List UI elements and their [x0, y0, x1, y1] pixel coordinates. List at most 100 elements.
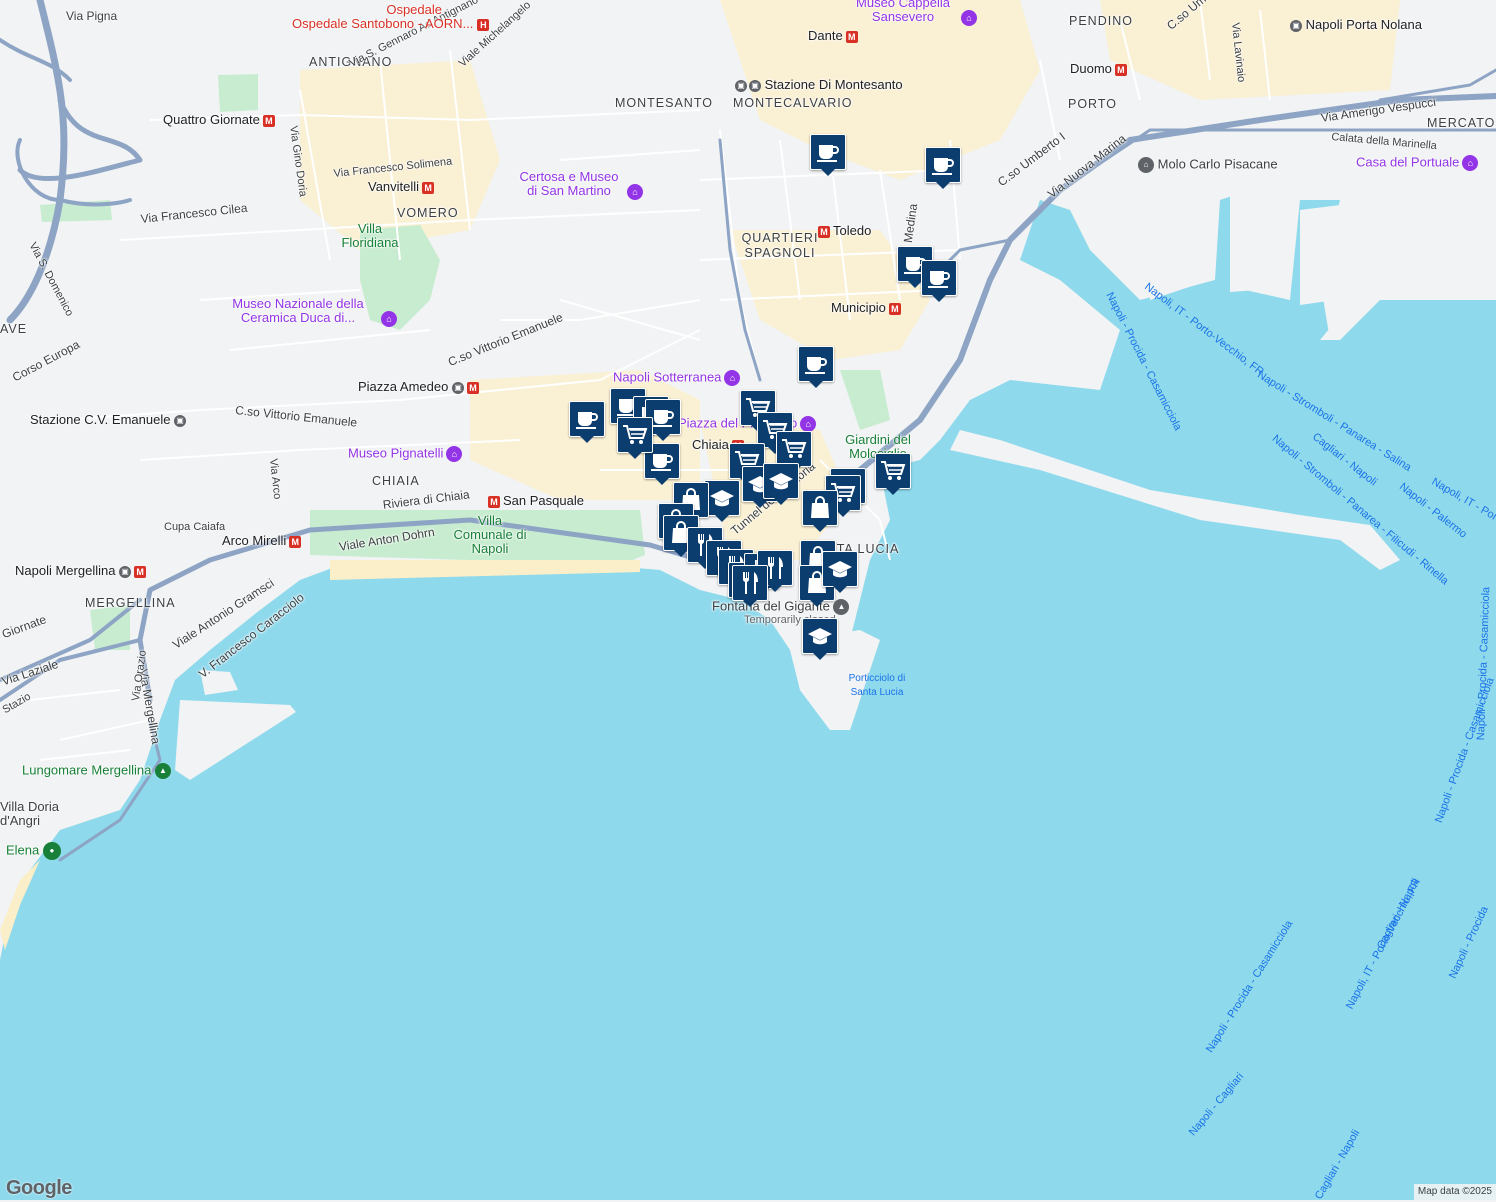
cart-icon: [776, 431, 812, 467]
school-marker[interactable]: [763, 463, 799, 507]
station-vanvitelli[interactable]: Vanvitelli M: [368, 180, 435, 194]
metro-icon: M: [134, 565, 147, 578]
school-marker[interactable]: [704, 480, 740, 524]
marker-pointer: [808, 380, 824, 388]
district-label-mercato: MERCATO: [1427, 116, 1496, 130]
museum-icon: ⌂: [724, 370, 741, 386]
station-porta-nolana[interactable]: ▣ Napoli Porta Nolana: [1290, 18, 1422, 32]
museum-icon: ⌂: [961, 9, 977, 26]
street-label: Via Pigna: [66, 9, 118, 23]
marker-pointer: [931, 294, 947, 302]
train-icon: ▣: [1290, 19, 1302, 32]
coffee-marker[interactable]: [810, 134, 846, 178]
metro-icon: M: [1114, 63, 1127, 76]
school-marker[interactable]: [822, 551, 858, 595]
coffee-icon: [925, 147, 961, 183]
marker-pointer: [809, 599, 825, 607]
district-label-porto: PORTO: [1068, 97, 1117, 111]
marker-pointer: [885, 487, 901, 495]
marker-pointer: [654, 477, 670, 485]
metro-icon: M: [422, 181, 435, 194]
marker-pointer: [812, 524, 828, 532]
marker-pointer: [655, 433, 671, 441]
poi-villa-doria-dangri[interactable]: Villa Doria d'Angri: [0, 800, 60, 828]
district-label-montecalvario: MONTECALVARIO: [733, 96, 853, 110]
marker-pointer: [935, 181, 951, 189]
station-san-pasquale[interactable]: M San Pasquale: [488, 494, 584, 508]
poi-elena[interactable]: Elena ●: [6, 842, 61, 860]
station-duomo[interactable]: Duomo M: [1070, 62, 1127, 76]
station-arco-mirelli[interactable]: Arco Mirelli M: [222, 534, 302, 548]
station-toledo[interactable]: M Toledo: [818, 224, 871, 238]
bag-icon: [802, 490, 838, 526]
marker-pointer: [820, 168, 836, 176]
station-piazza-amedeo[interactable]: Piazza Amedeo ▣ M: [358, 380, 479, 394]
coffee-marker[interactable]: [921, 260, 957, 304]
metro-icon: M: [488, 495, 500, 508]
district-label-ave: AVE: [0, 322, 28, 336]
school-icon: [802, 618, 838, 654]
poi-hospital-santobono[interactable]: Ospedale Ospedale Santobono - AORN... H: [292, 3, 490, 31]
poi-museo-ceramica[interactable]: Museo Nazionale della Ceramica Duca di..…: [218, 297, 408, 327]
district-label-pendino: PENDINO: [1069, 14, 1133, 28]
street-label: Cupa Caiafa: [164, 521, 226, 533]
school-marker[interactable]: [802, 618, 838, 662]
museum-icon: ⌂: [381, 310, 397, 327]
district-label-chiaia: CHIAIA: [372, 474, 420, 488]
park-icon: ●: [42, 842, 61, 860]
coffee-icon: [569, 401, 605, 437]
poi-villa-comunale[interactable]: Villa Comunale di Napoli: [450, 514, 530, 556]
cart-marker[interactable]: [875, 453, 911, 497]
fork-icon: [732, 565, 768, 601]
marker-pointer: [627, 451, 643, 459]
bag-marker[interactable]: [802, 490, 838, 534]
metro-icon: M: [262, 114, 275, 127]
metro-icon: M: [466, 381, 479, 394]
poi-porticciolo-santa-lucia: Porticciolo di Santa Lucia: [848, 673, 906, 698]
museum-icon: ⌂: [1462, 155, 1479, 171]
coffee-icon: [810, 134, 846, 170]
poi-villa-floridiana[interactable]: Villa Floridiana: [340, 222, 400, 250]
station-dante[interactable]: Dante M: [808, 29, 858, 43]
district-label-montesanto: MONTESANTO: [615, 96, 713, 110]
poi-cappella-sansevero[interactable]: Museo Cappella Sansevero ⌂: [848, 0, 978, 26]
marker-pointer: [714, 514, 730, 522]
marker-pointer: [579, 435, 595, 443]
poi-certosa-san-martino[interactable]: Certosa e Museo di San Martino ⌂: [514, 170, 654, 200]
cart-icon: [617, 417, 653, 453]
train-icon: ▣: [749, 79, 761, 92]
poi-casa-del-portuale[interactable]: Casa del Portuale ⌂: [1356, 155, 1479, 171]
metro-icon: M: [888, 302, 901, 315]
marker-pointer: [767, 584, 783, 592]
coffee-icon: [921, 260, 957, 296]
poi-lungomare-mergellina[interactable]: Lungomare Mergellina ▲: [22, 763, 171, 779]
district-label-quartieri-spagnoli: QUARTIERI SPAGNOLI: [741, 231, 819, 260]
landmark-icon: ⌂: [1138, 157, 1154, 173]
poi-molo-carlo-pisacane[interactable]: ⌂ Molo Carlo Pisacane: [1138, 157, 1278, 173]
fork-marker[interactable]: [732, 565, 768, 609]
coffee-marker[interactable]: [798, 346, 834, 390]
coffee-marker[interactable]: [925, 147, 961, 191]
marker-pointer: [773, 497, 789, 505]
district-label-vomero: VOMERO: [397, 206, 459, 220]
cart-marker[interactable]: [617, 417, 653, 461]
museum-icon: ⌂: [446, 446, 463, 462]
map-attribution[interactable]: Map data ©2025: [1413, 1184, 1496, 1200]
train-icon: ▣: [735, 79, 747, 92]
marker-pointer: [742, 599, 758, 607]
station-quattro-giornate[interactable]: Quattro Giornate M: [163, 113, 275, 127]
poi-museo-pignatelli[interactable]: Museo Pignatelli ⌂: [348, 446, 463, 462]
station-cv-emanuele[interactable]: Stazione C.V. Emanuele ▣: [30, 413, 187, 427]
station-montesanto[interactable]: ▣ ▣ Stazione Di Montesanto: [735, 78, 903, 92]
park-icon: ▲: [154, 763, 171, 779]
marker-pointer: [832, 585, 848, 593]
museum-icon: ⌂: [800, 416, 817, 432]
marker-pointer: [812, 652, 828, 660]
station-municipio[interactable]: Municipio M: [831, 301, 901, 315]
school-icon: [822, 551, 858, 587]
train-icon: ▣: [119, 565, 132, 578]
coffee-marker[interactable]: [569, 401, 605, 445]
station-mergellina[interactable]: Napoli Mergellina ▣ M: [15, 564, 147, 578]
poi-napoli-sotterranea[interactable]: Napoli Sotterranea ⌂: [613, 370, 741, 386]
cart-icon: [875, 453, 911, 489]
